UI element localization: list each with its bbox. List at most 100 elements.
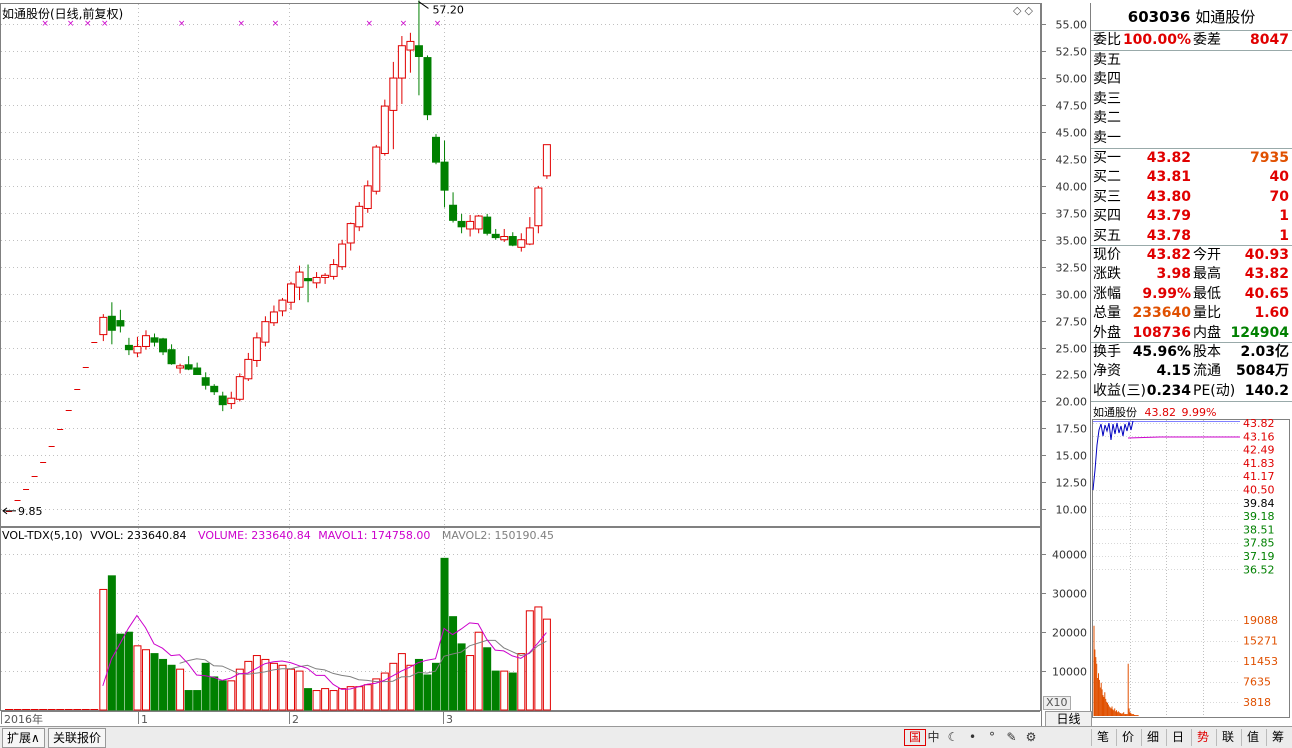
candle-body bbox=[99, 316, 108, 336]
candle-body bbox=[457, 220, 466, 228]
fundamental-label: 换手 bbox=[1093, 344, 1121, 360]
candle bbox=[167, 344, 176, 365]
mini-pct: 9.99% bbox=[1181, 406, 1217, 419]
buy-row[interactable]: 买四 43.79 1 bbox=[1091, 207, 1292, 226]
fundamental-label: 流通 bbox=[1193, 363, 1221, 380]
event-marker: × bbox=[272, 19, 280, 29]
quote-tab[interactable]: 细 bbox=[1141, 729, 1164, 746]
candle-body bbox=[107, 315, 116, 331]
candle bbox=[244, 352, 253, 381]
stat-row[interactable]: 现价 43.82 今开 40.93 bbox=[1091, 246, 1292, 265]
mini-price: 43.82 bbox=[1144, 406, 1177, 419]
quote-tab[interactable]: 日 bbox=[1166, 729, 1189, 746]
stat-label: 涨跌 bbox=[1093, 266, 1121, 283]
stat-label: 最低 bbox=[1193, 285, 1221, 302]
toolbar-icon[interactable]: ° bbox=[982, 729, 1002, 746]
price-tick-label: 35.00 bbox=[1056, 235, 1088, 248]
fundamental-row[interactable]: 收益(三) 0.234 PE(动) 140.2 bbox=[1091, 382, 1292, 401]
volume-bar bbox=[363, 684, 372, 711]
candle bbox=[508, 232, 517, 247]
volume-bar bbox=[329, 690, 338, 711]
toolbar-icon[interactable]: 中 bbox=[924, 729, 944, 746]
quote-tab[interactable]: 筹 bbox=[1266, 729, 1289, 746]
price-tick-label: 52.50 bbox=[1056, 46, 1088, 59]
candle bbox=[133, 336, 142, 358]
quote-tab[interactable]: 笔 bbox=[1091, 729, 1114, 746]
tab-related-quotes[interactable]: 关联报价 bbox=[48, 728, 107, 748]
sell-row[interactable]: 卖一 bbox=[1091, 129, 1292, 148]
toolbar-icon[interactable]: ✎ bbox=[1002, 729, 1022, 746]
price-tick-label: 42.50 bbox=[1056, 154, 1088, 167]
fundamental-label: 净资 bbox=[1093, 363, 1121, 380]
date-label: 2016年 bbox=[4, 712, 43, 726]
volume-bar bbox=[141, 649, 150, 711]
toolbar-icon[interactable]: • bbox=[963, 729, 983, 746]
quote-tab[interactable]: 价 bbox=[1116, 729, 1139, 746]
stat-row[interactable]: 涨幅 9.99% 最低 40.65 bbox=[1091, 285, 1292, 304]
toolbar-icon[interactable]: ☾ bbox=[943, 729, 963, 746]
candle-body bbox=[278, 299, 287, 312]
candle bbox=[210, 384, 219, 395]
stat-row[interactable]: 总量 233640 量比 1.60 bbox=[1091, 304, 1292, 323]
quote-tab[interactable]: 值 bbox=[1241, 729, 1264, 746]
sell-row[interactable]: 卖四 bbox=[1091, 70, 1292, 89]
candle bbox=[321, 273, 330, 284]
candle bbox=[269, 305, 278, 326]
quote-tab[interactable]: 势 bbox=[1191, 729, 1214, 746]
candle bbox=[176, 363, 185, 374]
sell-row[interactable]: 卖二 bbox=[1091, 109, 1292, 128]
volume-bar bbox=[184, 690, 193, 711]
volume-bar bbox=[466, 655, 475, 711]
candle-body bbox=[355, 205, 364, 228]
toolbar-icon[interactable]: ⚙ bbox=[1021, 729, 1041, 746]
candle-body bbox=[432, 136, 440, 163]
sell-level-label: 卖一 bbox=[1093, 129, 1121, 146]
vvol-value: VVOL: 233640.84 bbox=[90, 529, 187, 542]
volume-bar bbox=[312, 690, 321, 711]
date-label: 1 bbox=[141, 713, 148, 726]
stat-value: 3.98 bbox=[1156, 266, 1191, 283]
buy-row[interactable]: 买二 43.81 40 bbox=[1091, 168, 1292, 187]
tab-expand[interactable]: 扩展∧ bbox=[2, 728, 45, 748]
event-marker: × bbox=[178, 19, 186, 29]
volume-axis: 40000 30000 20000 10000 bbox=[1041, 549, 1087, 679]
candle bbox=[141, 330, 150, 350]
mini-chart-title: 如通股份 43.82 9.99% bbox=[1093, 404, 1216, 420]
candle bbox=[227, 391, 236, 409]
sell-row[interactable]: 卖五 bbox=[1091, 51, 1292, 70]
stat-value: 9.99% bbox=[1142, 285, 1191, 302]
fundamental-row[interactable]: 净资 4.15 流通 5084万 bbox=[1091, 362, 1292, 381]
stat-value: 43.82 bbox=[1244, 266, 1289, 283]
sell-row[interactable]: 卖三 bbox=[1091, 90, 1292, 109]
candle-body bbox=[193, 367, 202, 375]
stat-row[interactable]: 涨跌 3.98 最高 43.82 bbox=[1091, 265, 1292, 284]
candle-body bbox=[500, 236, 509, 241]
candle-body bbox=[218, 395, 227, 406]
zoom-label[interactable]: X10 bbox=[1043, 696, 1071, 710]
candle bbox=[414, 0, 423, 96]
candle-body bbox=[124, 344, 133, 351]
volume-bar bbox=[99, 588, 108, 711]
buy-row[interactable]: 买五 43.78 1 bbox=[1091, 227, 1292, 246]
buy-row[interactable]: 买三 43.80 70 bbox=[1091, 188, 1292, 207]
volume-bars[interactable] bbox=[5, 557, 551, 711]
candlestick-series[interactable] bbox=[6, 0, 551, 512]
stat-row[interactable]: 外盘 108736 内盘 124904 bbox=[1091, 324, 1292, 343]
volume-bar bbox=[227, 680, 236, 711]
volume-bar bbox=[534, 606, 543, 711]
quote-tab[interactable]: 联 bbox=[1216, 729, 1239, 746]
candle bbox=[432, 134, 440, 165]
chart-title: 如通股份(日线,前复权) bbox=[2, 7, 124, 21]
date-label: 3 bbox=[446, 713, 453, 726]
quote-panel: 603036 如通股份 委比 100.00% 委差 8047 卖五 卖四 卖三 卖二卖… bbox=[1091, 4, 1292, 726]
buy-level-label: 买一 bbox=[1093, 150, 1121, 166]
chart-toolbar-icons[interactable]: ◇◇ bbox=[1013, 4, 1036, 17]
stat-label: 外盘 bbox=[1093, 324, 1121, 341]
fundamental-label: 收益(三) bbox=[1093, 382, 1146, 399]
fundamental-row[interactable]: 换手 45.96% 股本 2.03亿 bbox=[1091, 343, 1292, 362]
sell-level-label: 卖三 bbox=[1093, 90, 1121, 107]
candle bbox=[397, 36, 406, 104]
candle-body bbox=[312, 276, 321, 284]
buy-row[interactable]: 买一 43.82 7935 bbox=[1091, 149, 1292, 168]
candle-body bbox=[346, 223, 355, 244]
